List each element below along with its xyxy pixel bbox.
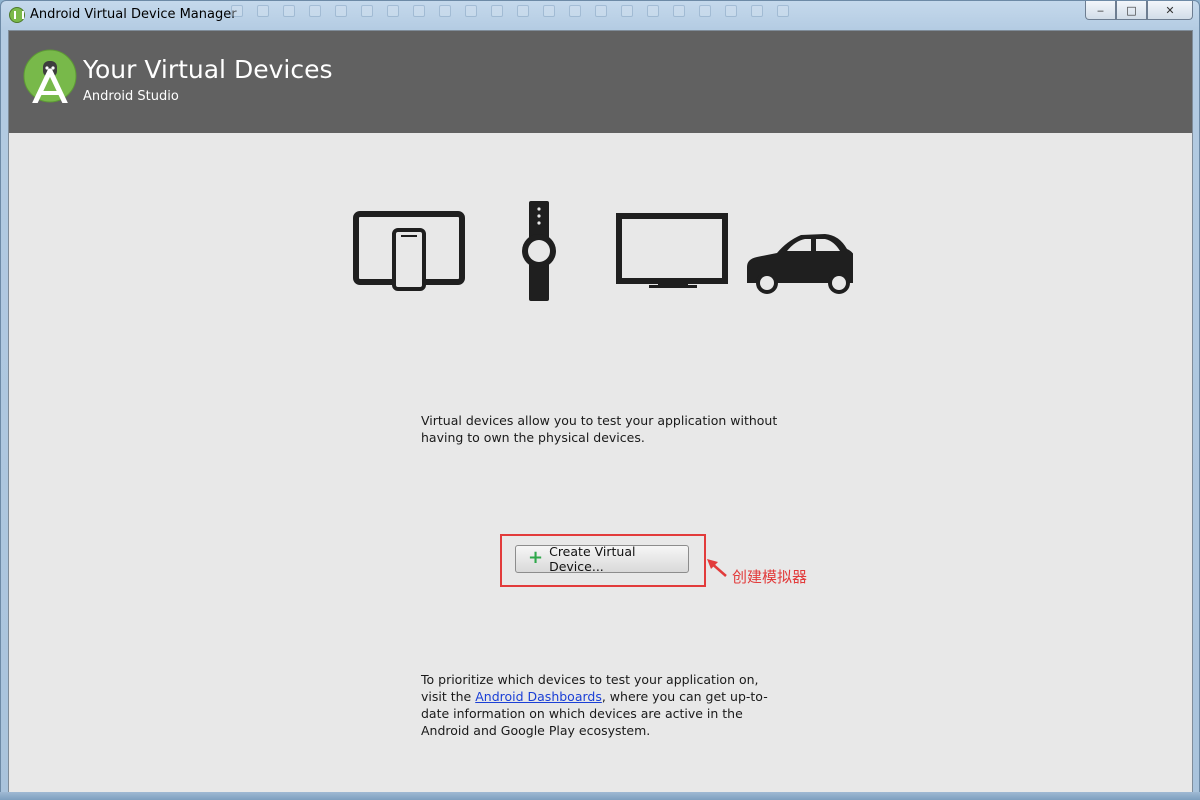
- toolbar-icon: [309, 5, 321, 17]
- toolbar-icon: [465, 5, 477, 17]
- toolbar-icon: [439, 5, 451, 17]
- toolbar-icon: [621, 5, 633, 17]
- toolbar-icon: [335, 5, 347, 17]
- toolbar-icon: [491, 5, 503, 17]
- intro-description: Virtual devices allow you to test your a…: [421, 413, 778, 445]
- tv-icon: [616, 213, 728, 288]
- toolbar-icon: [751, 5, 763, 17]
- toolbar-icon: [543, 5, 555, 17]
- car-icon: [747, 234, 853, 294]
- create-virtual-device-label: Create Virtual Device...: [549, 544, 636, 574]
- toolbar-icon: [569, 5, 581, 17]
- toolbar-icon: [725, 5, 737, 17]
- app-window: Android Virtual Device Manager ‒ □ ✕ You…: [0, 0, 1200, 800]
- android-dashboards-link[interactable]: Android Dashboards: [475, 689, 602, 704]
- android-studio-icon: [9, 7, 25, 23]
- header-banner: Your Virtual Devices Android Studio: [9, 31, 1192, 133]
- annotation-arrow-icon: [707, 559, 727, 577]
- window-title: Android Virtual Device Manager: [30, 7, 237, 22]
- annotation-label: 创建模拟器: [732, 568, 808, 586]
- title-bar[interactable]: Android Virtual Device Manager ‒ □ ✕: [1, 1, 1199, 30]
- window-controls: ‒ □ ✕: [1085, 1, 1193, 20]
- toolbar-icon: [231, 5, 243, 17]
- toolbar-icon: [361, 5, 373, 17]
- device-types-illustration: [353, 201, 853, 301]
- minimize-button[interactable]: ‒: [1085, 1, 1116, 20]
- android-studio-icon: [23, 49, 77, 103]
- maximize-button[interactable]: □: [1116, 1, 1147, 20]
- dialog-content: Your Virtual Devices Android Studio Virt…: [8, 30, 1193, 793]
- toolbar-icon: [777, 5, 789, 17]
- tablet-phone-icon: [353, 211, 465, 291]
- toolbar-icon: [283, 5, 295, 17]
- background-toolbar: [231, 5, 891, 23]
- page-title: Your Virtual Devices: [83, 55, 333, 84]
- watch-icon: [522, 201, 556, 301]
- toolbar-icon: [647, 5, 659, 17]
- toolbar-icon: [699, 5, 711, 17]
- toolbar-icon: [257, 5, 269, 17]
- plus-icon: +: [528, 547, 544, 568]
- toolbar-icon: [413, 5, 425, 17]
- window-bottom-edge: [0, 792, 1200, 800]
- create-virtual-device-button[interactable]: + Create Virtual Device...: [515, 544, 689, 574]
- info-paragraph: To prioritize which devices to test your…: [421, 671, 781, 739]
- close-button[interactable]: ✕: [1147, 1, 1193, 20]
- page-subtitle: Android Studio: [83, 89, 179, 104]
- toolbar-icon: [517, 5, 529, 17]
- toolbar-icon: [673, 5, 685, 17]
- toolbar-icon: [595, 5, 607, 17]
- toolbar-icon: [387, 5, 399, 17]
